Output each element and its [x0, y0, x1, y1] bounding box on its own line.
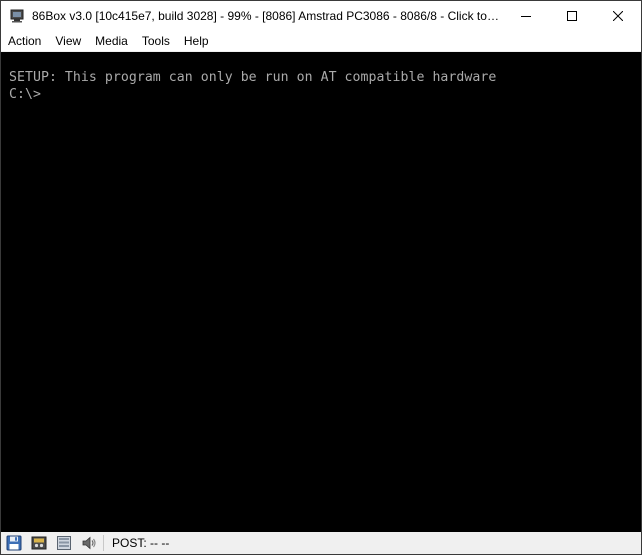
- floppy-disk-icon[interactable]: [6, 535, 22, 551]
- app-window: 86Box v3.0 [10c415e7, build 3028] - 99% …: [0, 0, 642, 555]
- menu-action[interactable]: Action: [1, 31, 48, 51]
- close-button[interactable]: [595, 1, 641, 31]
- hard-disk-icon[interactable]: [56, 535, 72, 551]
- post-code-indicator: POST: -- --: [112, 536, 170, 550]
- menu-media[interactable]: Media: [88, 31, 135, 51]
- maximize-icon: [567, 11, 577, 21]
- status-bar: POST: -- --: [1, 532, 641, 554]
- emulator-screen[interactable]: SETUP: This program can only be run on A…: [1, 52, 641, 532]
- screen-line-dos-prompt: C:\>: [9, 87, 41, 102]
- speaker-icon[interactable]: [81, 535, 97, 551]
- window-title: 86Box v3.0 [10c415e7, build 3028] - 99% …: [32, 9, 502, 23]
- menu-view[interactable]: View: [48, 31, 88, 51]
- cassette-icon[interactable]: [31, 535, 47, 551]
- minimize-button[interactable]: [503, 1, 549, 31]
- 86box-app-icon[interactable]: [10, 9, 24, 23]
- menu-tools[interactable]: Tools: [135, 31, 177, 51]
- menu-bar: Action View Media Tools Help: [1, 31, 641, 52]
- status-separator: [103, 535, 104, 551]
- minimize-icon: [521, 11, 531, 21]
- title-bar[interactable]: 86Box v3.0 [10c415e7, build 3028] - 99% …: [1, 1, 641, 31]
- close-icon: [613, 11, 623, 21]
- menu-help[interactable]: Help: [177, 31, 216, 51]
- maximize-button[interactable]: [549, 1, 595, 31]
- screen-line-setup-message: SETUP: This program can only be run on A…: [9, 70, 497, 85]
- window-controls: [503, 1, 641, 31]
